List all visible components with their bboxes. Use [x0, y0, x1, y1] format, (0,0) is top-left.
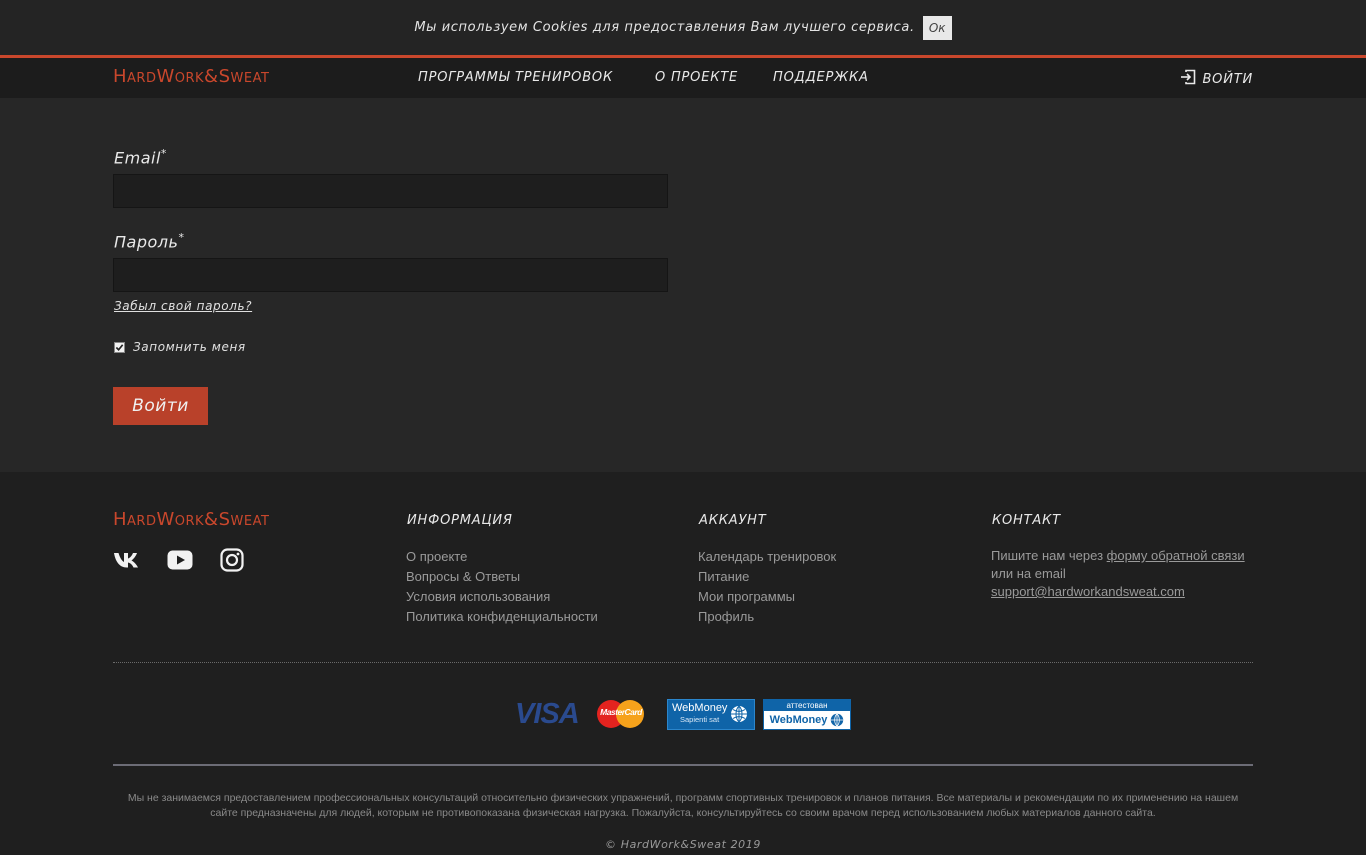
info-title: Информация [407, 513, 513, 528]
globe-icon [731, 705, 748, 723]
footer-logo[interactable]: HardWork&Sweat [113, 509, 269, 530]
footer-link-about[interactable]: О проекте [406, 547, 598, 567]
footer-link-calendar[interactable]: Календарь тренировок [698, 547, 836, 567]
nav-programs[interactable]: Программы тренировок [418, 70, 613, 85]
cookie-message: Мы используем Cookies для предоставления… [414, 20, 915, 35]
top-navigation: HardWork&Sweat Программы тренировок О пр… [0, 58, 1366, 98]
footer-link-nutrition[interactable]: Питание [698, 567, 836, 587]
email-label: Email* [114, 147, 167, 168]
vk-icon[interactable] [113, 548, 141, 572]
header-login-link[interactable]: Войти [1180, 69, 1253, 89]
contact-info: Пишите нам через форму обратной связи ил… [991, 547, 1253, 601]
footer-link-terms[interactable]: Условия использования [406, 587, 598, 607]
nav-support[interactable]: Поддержка [773, 70, 869, 85]
check-icon [115, 343, 124, 351]
footer-link-my-programs[interactable]: Мои программы [698, 587, 836, 607]
globe-icon [831, 713, 844, 726]
contact-title: Контакт [992, 513, 1061, 528]
visa-mastercard-logo: VISA MasterCard [515, 698, 647, 730]
forgot-password-link[interactable]: Забыл свой пароль? [114, 299, 252, 313]
footer-link-privacy[interactable]: Политика конфиденциальности [406, 607, 598, 627]
mastercard-logo: MasterCard [595, 699, 647, 729]
password-field[interactable] [113, 258, 668, 292]
sign-in-icon [1180, 69, 1196, 89]
cookie-bar: Мы используем Cookies для предоставления… [0, 0, 1366, 55]
instagram-icon[interactable] [218, 548, 246, 572]
account-title: Аккаунт [699, 513, 767, 528]
login-submit-button[interactable]: Войти [113, 387, 208, 425]
disclaimer: Мы не занимаемся предоставлением професс… [127, 792, 1239, 819]
login-form: Email* Пароль* Забыл свой пароль? Запомн… [0, 98, 1366, 472]
feedback-form-link[interactable]: форму обратной связи [1107, 548, 1245, 563]
contact-middle: или на email [991, 566, 1066, 581]
copyright: © HardWork&Sweat 2019 [605, 838, 761, 851]
site-logo[interactable]: HardWork&Sweat [113, 66, 269, 87]
footer-divider [113, 764, 1253, 766]
email-field[interactable] [113, 174, 668, 208]
nav-about[interactable]: О проекте [655, 70, 738, 85]
payment-logos: VISA MasterCard WebMoney Sapienti sat ат… [515, 698, 851, 730]
support-email-link[interactable]: support@hardworkandsweat.com [991, 584, 1185, 599]
password-label: Пароль* [114, 231, 185, 252]
cookie-ok-button[interactable]: Ок [922, 15, 952, 40]
youtube-icon[interactable] [166, 548, 194, 572]
remember-label: Запомнить меня [133, 340, 246, 354]
footer: HardWork&Sweat Информация О проекте Вопр… [0, 472, 1366, 855]
webmoney-badge: WebMoney Sapienti sat [667, 698, 755, 730]
footer-link-profile[interactable]: Профиль [698, 607, 836, 627]
footer-link-faq[interactable]: Вопросы & Ответы [406, 567, 598, 587]
visa-logo: VISA [515, 698, 580, 730]
footer-divider-dotted [113, 662, 1253, 663]
header-login-label: Войти [1202, 71, 1253, 87]
webmoney-attested-badge: аттестован WebMoney [763, 698, 851, 730]
contact-prefix: Пишите нам через [991, 548, 1107, 563]
remember-checkbox[interactable] [114, 341, 125, 353]
remember-me[interactable]: Запомнить меня [114, 340, 246, 354]
account-links: Календарь тренировок Питание Мои програм… [698, 547, 836, 627]
info-links: О проекте Вопросы & Ответы Условия испол… [406, 547, 598, 627]
